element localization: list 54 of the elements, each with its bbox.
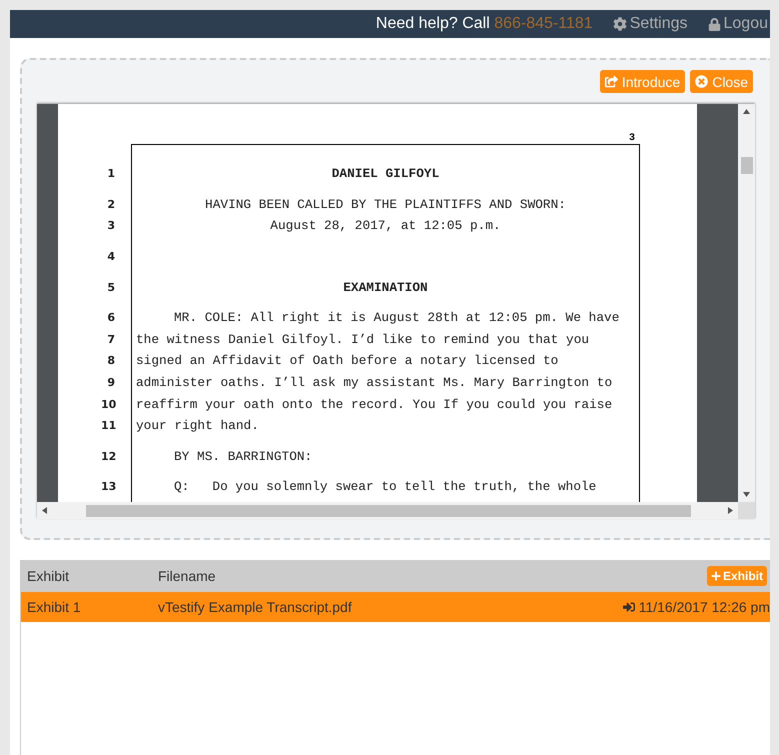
line-number: 1 [106, 167, 115, 180]
transcript-line: your right hand. [135, 418, 259, 434]
line-number: 5 [106, 280, 115, 294]
line-number: 7 [106, 332, 115, 346]
settings-link[interactable]: Settings [612, 15, 688, 33]
share-icon [604, 75, 618, 88]
vertical-scrollbar[interactable] [738, 104, 755, 502]
transcript-line: August 28, 2017, at 12:05 p.m. [269, 218, 502, 234]
line-number: 3 [106, 219, 115, 232]
help-text: Need help? Call 866-845-1181 [376, 15, 593, 33]
transcript-line: BY MS. BARRINGTON: [173, 448, 312, 464]
line-number: 9 [106, 376, 115, 390]
close-icon [695, 75, 708, 88]
right-arrow-icon[interactable] [727, 507, 734, 514]
line-number: 4 [106, 250, 115, 264]
exhibit-cell-text: Exhibit 1 [26, 599, 82, 615]
transcript-line: EXAMINATION [342, 280, 429, 295]
sign-in-icon [622, 601, 635, 613]
settings-icon [612, 17, 627, 31]
column-header: Exhibit [26, 568, 70, 584]
transcript-line: Q: Do you solemnly swear to tell the truth, the whole [173, 479, 596, 494]
lock-icon [708, 18, 720, 30]
transcript-line: DANIEL GILFOYL [330, 166, 440, 182]
transcript-line: MR. COLE: All right it is August 28th at 12:05 pm. We have [173, 310, 620, 326]
filename-cell-text: vTestify Example Transcript.pdf [157, 599, 353, 615]
logout-link[interactable]: Logou [708, 15, 768, 33]
line-number: 6 [106, 311, 115, 324]
down-arrow-icon[interactable] [743, 491, 750, 498]
plus-icon [710, 571, 721, 581]
transcript-line: signed an Affidavit of Oath before a notary licensed to [135, 353, 558, 368]
add-exhibit-button[interactable]: Exhibit [706, 566, 767, 586]
transcript-line: reaffirm your oath onto the record. You If you could you raise [135, 396, 612, 412]
transcript-line: administer oaths. I’ll ask my assistant Ms. Mary Barrington to [135, 375, 612, 390]
exhibit-row[interactable]: Exhibit 1 vTestify Example Transcript.pdf 11/16/2017 12:26 pm [21, 592, 770, 622]
phone-link[interactable]: 866-845-1181 [494, 15, 593, 32]
line-number: 8 [106, 354, 115, 368]
scrollbar-thumb[interactable] [86, 504, 691, 516]
up-arrow-icon[interactable] [743, 108, 750, 115]
line-number: 12 [101, 450, 115, 463]
left-arrow-icon[interactable] [41, 507, 48, 514]
scrollbar-corner [738, 502, 755, 519]
close-button[interactable]: Close [690, 70, 753, 93]
page-number: 3 [629, 133, 636, 144]
scrollbar-thumb[interactable] [740, 157, 752, 174]
transcript-line: the witness Daniel Gilfoyl. I’d like to remind you that you [135, 332, 590, 347]
horizontal-scrollbar[interactable] [37, 502, 738, 519]
line-number: 11 [101, 419, 115, 432]
transcript-line: HAVING BEEN CALLED BY THE PLAINTIFFS AND SWORN: [204, 196, 567, 212]
line-number: 13 [101, 480, 115, 494]
date-cell: 11/16/2017 12:26 pm [638, 599, 770, 615]
line-number: 10 [101, 398, 115, 411]
line-number: 2 [106, 198, 115, 211]
introduce-button[interactable]: Introduce [600, 70, 686, 93]
column-header: Filename [157, 568, 217, 584]
